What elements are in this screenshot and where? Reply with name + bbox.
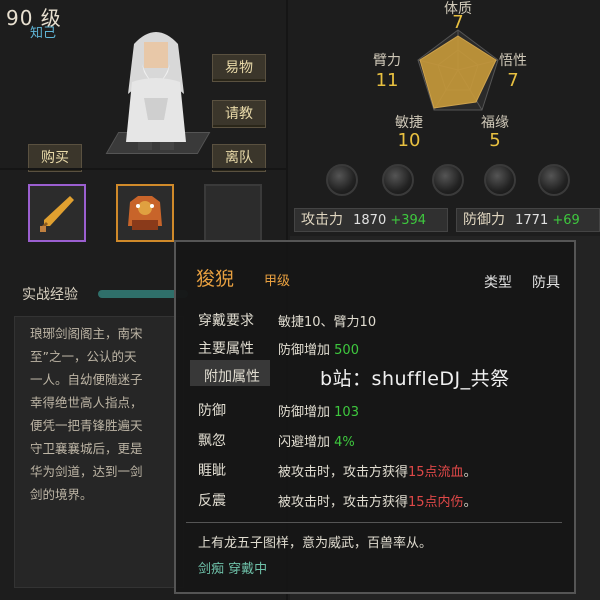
stat-label-comprehension: 悟性: [499, 53, 527, 69]
sword-icon: [40, 196, 74, 232]
consult-button[interactable]: 请教: [212, 100, 266, 128]
primary-attr-number: 500: [334, 343, 359, 358]
requirement-label: 穿戴要求: [198, 313, 254, 329]
stat-value-constitution: 7: [452, 12, 464, 33]
bleed-attr-text: 被攻击时，攻击方获得: [278, 465, 409, 480]
stat-label-strength: 臂力: [373, 53, 401, 69]
bleed-attr-end: 。: [463, 465, 477, 480]
weapon-slot[interactable]: [28, 184, 86, 242]
primary-attr-label: 主要属性: [198, 341, 254, 357]
primary-attr-value: 防御增加 500: [278, 339, 359, 358]
defense-label: 防御力: [463, 212, 505, 228]
bio-line: 剑的境界。: [30, 487, 93, 502]
defense-stat: 防御力 1771 +69: [456, 208, 600, 232]
requirement-value: 敏捷10、臂力10: [278, 315, 377, 330]
experience-label: 实战经验: [22, 287, 78, 303]
stat-value-strength: 11: [375, 70, 399, 91]
attack-value: 1870: [353, 213, 387, 228]
armor-icon: [128, 196, 162, 230]
panel-divider-horizontal: [0, 168, 286, 170]
bleed-attr-label: 睚眦: [198, 463, 226, 479]
defense-value: 1771: [515, 213, 549, 228]
dodge-attr-text: 闪避增加: [278, 435, 331, 450]
skill-orb[interactable]: [538, 164, 570, 196]
stat-value-agility: 10: [397, 130, 421, 151]
bleed-attr-effect: 15点流血: [408, 465, 464, 480]
attack-label: 攻击力: [301, 212, 343, 228]
skill-orb[interactable]: [432, 164, 464, 196]
defense-attr-number: 103: [334, 405, 359, 420]
dodge-attr-number: 4%: [334, 435, 355, 450]
item-type-value: 防具: [532, 275, 560, 291]
attack-stat: 攻击力 1870 +394: [294, 208, 448, 232]
dodge-attr-label: 飘忽: [198, 433, 226, 449]
extra-attr-label: 附加属性: [204, 369, 260, 385]
item-type-header: 类型: [484, 275, 512, 291]
reflect-attr-value: 被攻击时，攻击方获得15点内伤。: [278, 491, 477, 510]
stat-label-agility: 敏捷: [395, 115, 423, 131]
stat-label-fortune: 福缘: [481, 115, 509, 131]
bio-line: 至”之一，公认的天: [30, 349, 137, 364]
bio-line: 琅琊剑阁阁主，南宋: [30, 326, 143, 341]
defense-bonus: +69: [552, 213, 580, 228]
reflect-attr-end: 。: [463, 495, 477, 510]
bio-line: 一人。自幼便随迷子: [30, 372, 143, 387]
armor-slot[interactable]: [116, 184, 174, 242]
biography-text: 琅琊剑阁阁主，南宋 至”之一，公认的天 一人。自幼便随迷子 幸得绝世高人指点， …: [30, 322, 180, 506]
item-name: 狻猊: [196, 268, 235, 290]
bio-line: 便凭一把青锋胜遍天: [30, 418, 143, 433]
reflect-attr-text: 被攻击时，攻击方获得: [278, 495, 409, 510]
bio-line: 守卫襄襄城后，更是: [30, 441, 143, 456]
bio-line: 幸得绝世高人指点，: [30, 395, 143, 410]
skill-orb[interactable]: [382, 164, 414, 196]
skill-orb[interactable]: [326, 164, 358, 196]
stat-value-comprehension: 7: [507, 70, 519, 91]
accessory-slot-empty[interactable]: [204, 184, 262, 242]
reflect-attr-label: 反震: [198, 493, 226, 509]
attack-bonus: +394: [390, 213, 427, 228]
skill-orb[interactable]: [484, 164, 516, 196]
relationship-tag: 知己: [30, 26, 57, 41]
trade-button[interactable]: 易物: [212, 54, 266, 82]
stat-value-fortune: 5: [489, 130, 501, 151]
primary-attr-text: 防御增加: [278, 343, 331, 358]
item-description: 上有龙五子图样，意为威武，百兽率从。: [198, 536, 433, 551]
bio-line: 华为剑道，达到一剑: [30, 464, 143, 479]
defense-attr-value: 防御增加 103: [278, 401, 359, 420]
tooltip-divider: [186, 522, 562, 523]
watermark-text: b站：shuffleDJ_共祭: [320, 368, 510, 390]
item-grade: 甲级: [264, 274, 291, 289]
equipped-status: 剑痴 穿戴中: [198, 562, 268, 577]
defense-attr-label: 防御: [198, 403, 226, 419]
bleed-attr-value: 被攻击时，攻击方获得15点流血。: [278, 461, 477, 480]
dodge-attr-value: 闪避增加 4%: [278, 431, 355, 450]
defense-attr-text: 防御增加: [278, 405, 331, 420]
character-portrait: [126, 32, 186, 150]
reflect-attr-effect: 15点内伤: [408, 495, 464, 510]
